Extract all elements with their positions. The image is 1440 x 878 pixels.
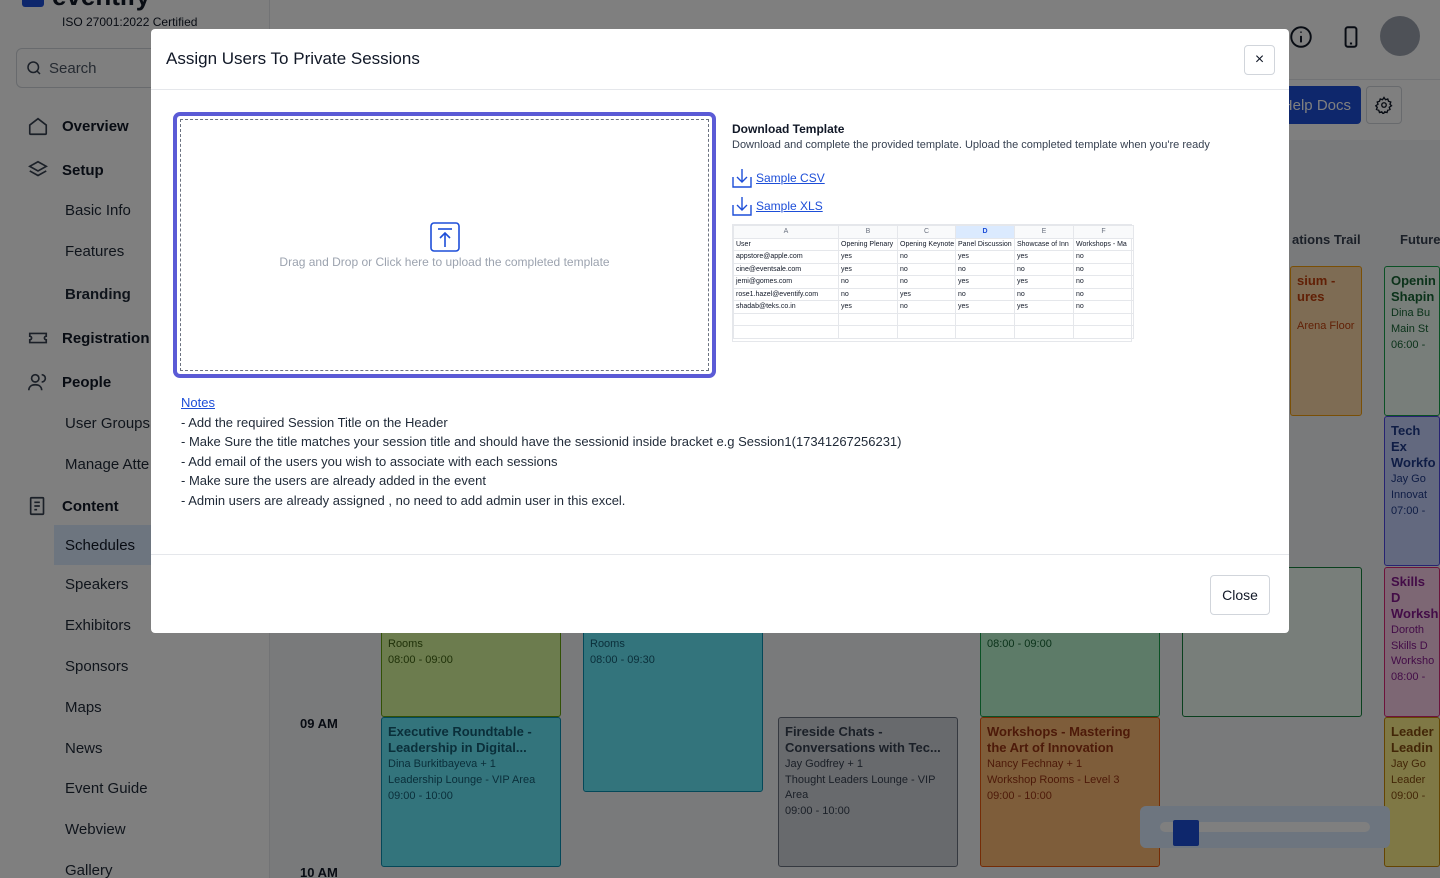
modal-title: Assign Users To Private Sessions	[166, 49, 420, 68]
sheet-cell: no	[1073, 262, 1134, 276]
sheet-header-cell: Workshops - Ma	[1073, 237, 1134, 251]
sheet-cell: no	[1073, 300, 1134, 314]
sample-csv-label: Sample CSV	[756, 171, 825, 185]
sheet-col-letter: C	[897, 225, 956, 239]
sheet-cell: yes	[897, 287, 956, 301]
sheet-cell: yes	[955, 250, 1015, 264]
sheet-col-letter: D	[955, 225, 1015, 239]
sheet-header-cell: User	[733, 237, 839, 251]
sheet-col-letter: A	[733, 225, 839, 239]
modal-footer	[151, 554, 1289, 633]
sample-csv-link[interactable]: Sample CSV	[732, 167, 825, 189]
sheet-row	[733, 325, 1134, 339]
note-line: - Add the required Session Title on the …	[181, 415, 448, 430]
sheet-cell: no	[1014, 287, 1074, 301]
download-icon	[732, 169, 752, 188]
assign-users-modal: Assign Users To Private Sessions × Drag …	[151, 29, 1289, 633]
sheet-cell: yes	[955, 300, 1015, 314]
sheet-col-letter: E	[1014, 225, 1074, 239]
sheet-header-cell: Opening Plenary	[838, 237, 898, 251]
sheet-cell: no	[1073, 275, 1134, 289]
sheet-cell: no	[897, 250, 956, 264]
sheet-cell: no	[1073, 287, 1134, 301]
modal-header: Assign Users To Private Sessions	[151, 29, 1289, 90]
sheet-col-letter: B	[838, 225, 898, 239]
sheet-col-letter: F	[1073, 225, 1134, 239]
sheet-cell: yes	[1014, 300, 1074, 314]
sheet-cell: rose1.hazel@eventify.com	[733, 287, 839, 301]
sample-xls-link[interactable]: Sample XLS	[732, 195, 823, 217]
upload-icon	[429, 222, 460, 252]
sheet-cell: yes	[838, 262, 898, 276]
sheet-header-cell: Opening Keynote	[897, 237, 956, 251]
download-template-desc: Download and complete the provided templ…	[732, 139, 1210, 151]
note-line: - Make sure the users are already added …	[181, 473, 486, 488]
sheet-header-cell: Panel Discussion	[955, 237, 1015, 251]
note-line: - Make Sure the title matches your sessi…	[181, 434, 902, 449]
sheet-row: cine@eventsale.com yes no no no no	[733, 262, 1134, 276]
sheet-cell: yes	[838, 250, 898, 264]
sheet-cell: no	[897, 275, 956, 289]
sheet-row	[733, 312, 1134, 326]
sheet-row: rose1.hazel@eventify.com no yes no no no	[733, 287, 1134, 301]
sheet-cell: no	[897, 262, 956, 276]
note-line: - Add email of the users you wish to ass…	[181, 454, 558, 469]
sheet-cell: no	[838, 287, 898, 301]
sheet-cell: appstore@apple.com	[733, 250, 839, 264]
note-line: - Admin users are already assigned , no …	[181, 493, 626, 508]
upload-dropzone[interactable]: Drag and Drop or Click here to upload th…	[180, 119, 709, 371]
sheet-cell: yes	[838, 300, 898, 314]
sheet-cell: no	[955, 287, 1015, 301]
sheet-cell: no	[897, 300, 956, 314]
sheet-header-cell: Showcase of Inn	[1014, 237, 1074, 251]
sheet-cell: jemi@gomes.com	[733, 275, 839, 289]
sheet-cell: shadab@teks.co.in	[733, 300, 839, 314]
sheet-row: jemi@gomes.com no no yes yes no	[733, 275, 1134, 289]
sheet-cell: no	[838, 275, 898, 289]
sheet-cell: yes	[1014, 275, 1074, 289]
sheet-cell: no	[1073, 250, 1134, 264]
template-preview-sheet: A B C D E F User Opening Plenary Opening…	[732, 224, 1134, 342]
upload-dropzone-frame: Drag and Drop or Click here to upload th…	[173, 112, 716, 378]
close-button[interactable]: Close	[1210, 575, 1270, 615]
sheet-cell: yes	[1014, 250, 1074, 264]
download-icon	[732, 197, 752, 216]
sheet-row: shadab@teks.co.in yes no yes yes no	[733, 300, 1134, 314]
sheet-cell: no	[1014, 262, 1074, 276]
sheet-cell: yes	[955, 275, 1015, 289]
close-icon[interactable]: ×	[1244, 45, 1275, 75]
dropzone-text: Drag and Drop or Click here to upload th…	[279, 255, 610, 269]
notes-link[interactable]: Notes	[181, 395, 215, 410]
sheet-cell: cine@eventsale.com	[733, 262, 839, 276]
download-template-title: Download Template	[732, 122, 845, 136]
sheet-row: appstore@apple.com yes no yes yes no	[733, 250, 1134, 264]
sheet-cell: no	[955, 262, 1015, 276]
sample-xls-label: Sample XLS	[756, 199, 823, 213]
